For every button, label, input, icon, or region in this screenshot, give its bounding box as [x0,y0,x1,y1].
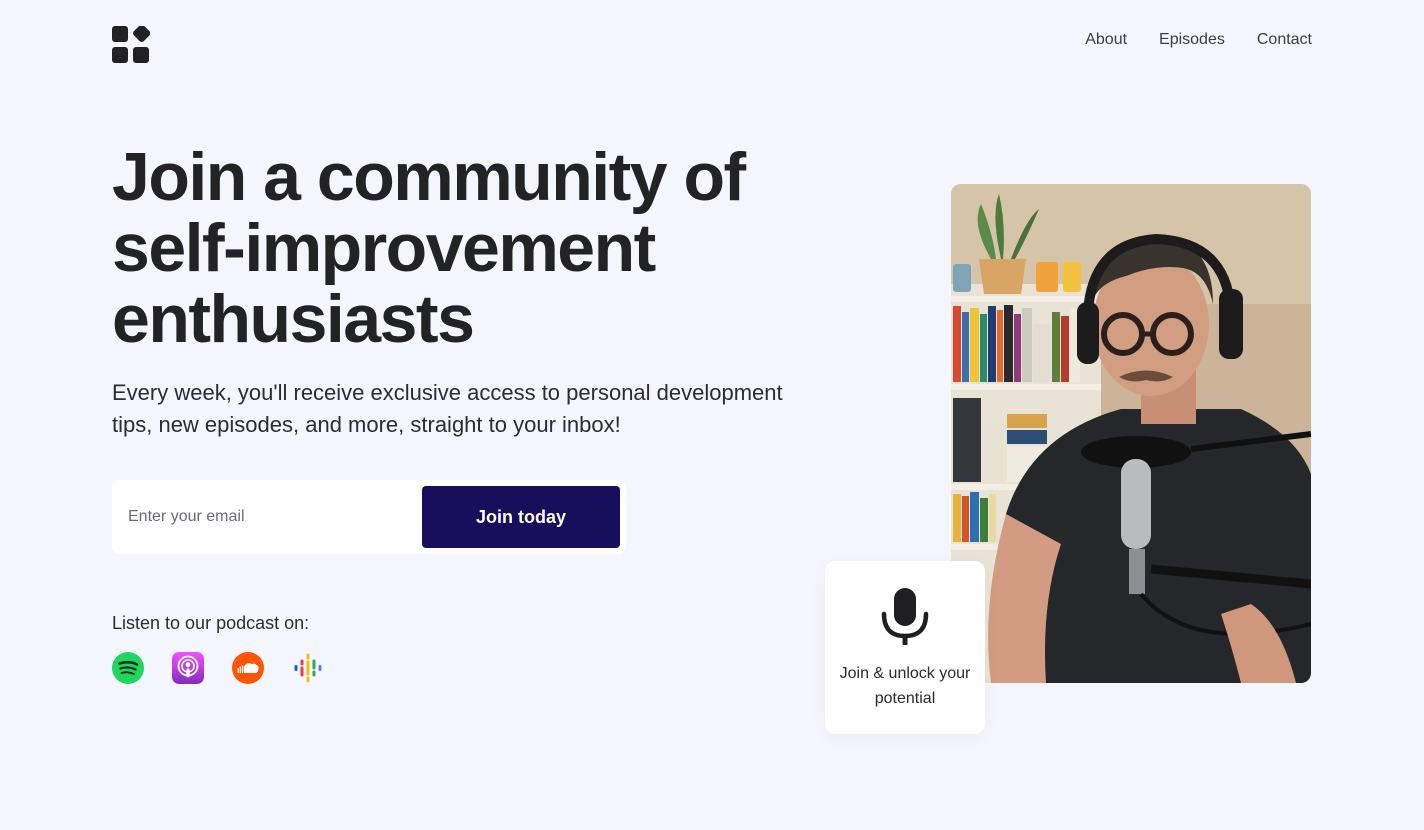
hero-subtext: Every week, you'll receive exclusive acc… [112,380,783,437]
landing-page: About Episodes Contact Join a community … [0,0,1424,830]
listen-label: Listen to our podcast on: [112,613,310,633]
microphone-icon [881,588,929,645]
apple-podcasts-icon[interactable] [172,652,204,684]
google-podcasts-icon[interactable] [292,652,324,684]
email-signup-form: Join today [112,480,626,554]
email-input[interactable] [112,480,412,554]
main-nav: About Episodes Contact [1085,30,1312,50]
nav-contact[interactable]: Contact [1257,30,1312,50]
hero-headline: Join a community of self-improvement ent… [112,139,746,357]
podcast-platforms [112,652,324,684]
unlock-card: Join & unlock your potential [825,561,985,734]
soundcloud-icon[interactable] [232,652,264,684]
unlock-card-text: Join & unlock your potential [839,665,971,707]
nav-episodes[interactable]: Episodes [1159,30,1225,50]
logo-icon[interactable] [112,26,150,64]
nav-about[interactable]: About [1085,30,1127,50]
spotify-icon[interactable] [112,652,144,684]
join-today-button[interactable]: Join today [422,486,620,548]
podcaster-photo [951,184,1311,683]
